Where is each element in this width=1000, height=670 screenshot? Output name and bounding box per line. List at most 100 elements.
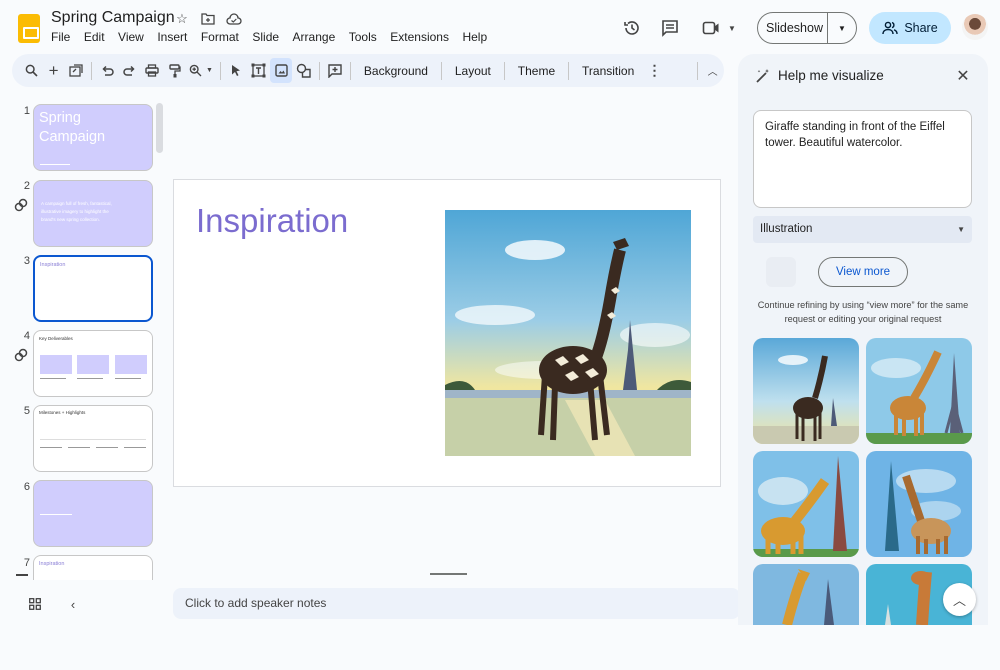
style-dropdown-value: Illustration bbox=[760, 223, 813, 235]
move-to-folder-icon[interactable] bbox=[200, 11, 216, 27]
slideshow-button-group: Slideshow ▼ bbox=[757, 12, 857, 44]
menu-help[interactable]: Help bbox=[462, 30, 487, 44]
menu-view[interactable]: View bbox=[118, 30, 144, 44]
layout-button[interactable]: Layout bbox=[446, 64, 500, 78]
toolbar-divider bbox=[350, 61, 351, 80]
shape-icon[interactable] bbox=[292, 58, 314, 83]
toolbar-divider bbox=[318, 61, 320, 80]
slide-number: 4 bbox=[23, 330, 30, 342]
slide-number: 6 bbox=[23, 481, 30, 493]
menu-tools[interactable]: Tools bbox=[349, 30, 377, 44]
generated-image-4[interactable] bbox=[866, 451, 972, 557]
thumb-title: Key Deliverables bbox=[39, 336, 73, 341]
slide-number: 3 bbox=[23, 255, 30, 267]
slide-thumbnail-3[interactable]: Inspiration bbox=[33, 255, 153, 322]
meet-button[interactable]: ▼ bbox=[699, 17, 739, 39]
chevron-up-icon: ︿ bbox=[952, 593, 966, 608]
share-button[interactable]: Share bbox=[869, 12, 951, 44]
star-icon[interactable]: ☆ bbox=[174, 11, 190, 27]
collapse-filmstrip-icon[interactable]: ‹ bbox=[66, 597, 80, 612]
generated-image-1[interactable] bbox=[753, 338, 859, 444]
slide-thumbnail-2[interactable]: A campaign full of fresh, fantastical, i… bbox=[33, 180, 153, 247]
background-button[interactable]: Background bbox=[355, 64, 437, 78]
menu-extensions[interactable]: Extensions bbox=[390, 30, 449, 44]
drop-indicator bbox=[16, 574, 28, 576]
slides-logo[interactable] bbox=[18, 14, 40, 43]
magic-wand-icon bbox=[754, 67, 772, 85]
panel-title: Help me visualize bbox=[778, 68, 884, 83]
generated-image-2[interactable] bbox=[866, 338, 972, 444]
undo-icon[interactable] bbox=[96, 58, 118, 83]
menu-edit[interactable]: Edit bbox=[84, 30, 105, 44]
thumb-title: Inspiration bbox=[40, 262, 66, 268]
toolbar-divider bbox=[220, 61, 222, 80]
new-slide-icon[interactable]: + bbox=[42, 58, 64, 83]
toolbar-divider bbox=[440, 61, 442, 80]
speaker-notes[interactable]: Click to add speaker notes bbox=[173, 588, 740, 619]
prompt-input[interactable]: Giraffe standing in front of the Eiffel … bbox=[753, 110, 972, 208]
linked-object-icon bbox=[14, 198, 28, 215]
redo-icon[interactable] bbox=[119, 58, 141, 83]
cloud-saved-icon[interactable] bbox=[226, 11, 242, 27]
slide-number: 1 bbox=[23, 105, 30, 117]
menu-slide[interactable]: Slide bbox=[252, 30, 279, 44]
help-me-visualize-panel: Help me visualize ✕ Giraffe standing in … bbox=[738, 54, 988, 627]
slide-number: 7 bbox=[23, 557, 30, 569]
toolbar-divider bbox=[91, 61, 93, 80]
scroll-to-top-button[interactable]: ︿ bbox=[943, 583, 976, 616]
slide-thumbnail-4[interactable]: Key Deliverables bbox=[33, 330, 153, 397]
close-icon[interactable]: ✕ bbox=[954, 67, 972, 85]
comments-icon[interactable] bbox=[659, 17, 681, 39]
slide-thumbnail-1[interactable]: Spring Campaign bbox=[33, 104, 153, 171]
chevron-down-icon: ▼ bbox=[957, 225, 965, 234]
toolbar-divider bbox=[696, 61, 698, 80]
chevron-down-icon: ▼ bbox=[728, 23, 736, 33]
menu-arrange[interactable]: Arrange bbox=[293, 30, 336, 44]
slideshow-button[interactable]: Slideshow bbox=[758, 13, 828, 43]
view-more-button[interactable]: View more bbox=[818, 257, 908, 287]
menu-file[interactable]: File bbox=[51, 30, 70, 44]
select-cursor-icon[interactable] bbox=[225, 58, 247, 83]
thumb-title: Inspiration bbox=[39, 561, 65, 567]
thumb-title: Spring Campaign bbox=[39, 110, 106, 145]
slide-number: 2 bbox=[23, 180, 30, 192]
slide-thumbnail-7[interactable]: Inspiration bbox=[33, 555, 153, 580]
generated-image-6[interactable] bbox=[866, 564, 972, 670]
slide-canvas[interactable]: Inspiration bbox=[173, 179, 721, 487]
menu-bar: File Edit View Insert Format Slide Arran… bbox=[51, 30, 501, 44]
generated-image-3[interactable] bbox=[753, 451, 859, 557]
print-icon[interactable] bbox=[141, 58, 163, 83]
paint-format-icon[interactable] bbox=[163, 58, 185, 83]
thumb-title: Milestones + Highlights bbox=[39, 410, 86, 415]
toolbar-divider bbox=[503, 61, 505, 80]
zoom-icon[interactable]: ▼ bbox=[186, 58, 216, 83]
menu-format[interactable]: Format bbox=[201, 30, 239, 44]
transition-button[interactable]: Transition bbox=[573, 64, 643, 78]
document-title[interactable]: Spring Campaign bbox=[51, 9, 175, 27]
account-avatar[interactable] bbox=[962, 14, 988, 40]
version-history-icon[interactable] bbox=[621, 17, 643, 39]
search-menus-icon[interactable] bbox=[20, 58, 42, 83]
grid-view-icon[interactable] bbox=[28, 597, 42, 611]
slide-thumbnail-5[interactable]: Milestones + Highlights bbox=[33, 405, 153, 472]
collapse-toolbar-icon[interactable]: ︿ bbox=[701, 58, 723, 83]
slide-layout-icon[interactable] bbox=[65, 58, 87, 83]
notes-resize-handle[interactable] bbox=[430, 573, 467, 575]
slideshow-dropdown-icon[interactable]: ▼ bbox=[828, 24, 856, 33]
theme-button[interactable]: Theme bbox=[509, 64, 564, 78]
insert-image-icon[interactable] bbox=[269, 58, 293, 83]
slide-title[interactable]: Inspiration bbox=[196, 202, 348, 240]
share-label: Share bbox=[904, 21, 938, 35]
people-icon bbox=[882, 21, 899, 35]
slide-thumbnail-6[interactable] bbox=[33, 480, 153, 547]
slide-number: 5 bbox=[23, 405, 30, 417]
menu-insert[interactable]: Insert bbox=[157, 30, 187, 44]
slide-image[interactable] bbox=[445, 210, 691, 456]
filmstrip-scrollbar[interactable] bbox=[156, 103, 163, 153]
thumb-text: A campaign full of fresh, fantastical, i… bbox=[41, 201, 112, 222]
more-options-icon[interactable]: ⋮ bbox=[643, 58, 665, 83]
text-box-icon[interactable] bbox=[248, 58, 270, 83]
style-dropdown[interactable]: Illustration ▼ bbox=[753, 216, 972, 243]
generated-image-5[interactable] bbox=[753, 564, 859, 670]
add-comment-icon[interactable] bbox=[324, 58, 346, 83]
